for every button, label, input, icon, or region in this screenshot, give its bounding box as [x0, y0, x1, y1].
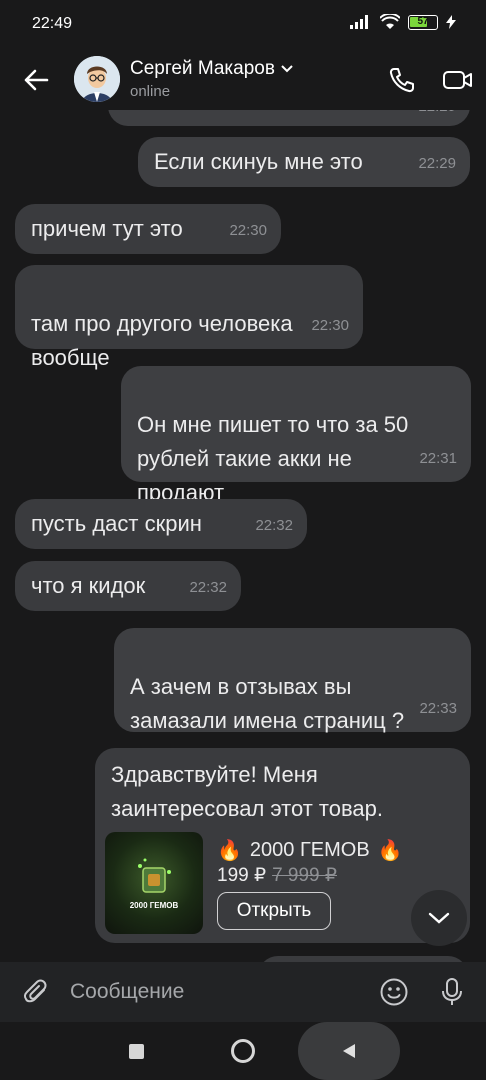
gem-chest-icon — [138, 858, 171, 893]
system-back-button[interactable] — [298, 1022, 400, 1080]
charging-icon — [446, 15, 456, 29]
message-time: 22:29 — [418, 110, 456, 124]
message-time: 22:30 — [311, 317, 349, 334]
product-title: 🔥 2000 ГЕМОВ 🔥 — [217, 838, 403, 863]
product-card-text: Здравствуйте! Меня заинтересовал этот то… — [111, 762, 384, 821]
fire-icon: 🔥 — [217, 840, 242, 862]
message-bubble-incoming[interactable]: пусть даст скрин 22:32 — [15, 499, 307, 549]
price-current: 199 ₽ — [217, 865, 267, 886]
message-text: причем тут это — [31, 216, 183, 241]
composer — [0, 962, 486, 1022]
video-call-button[interactable] — [438, 62, 478, 98]
message-bubble-incoming[interactable]: там про другого человека вообще 22:30 — [15, 265, 363, 370]
message-text: там про другого человека вообще — [31, 311, 293, 370]
scroll-down-button[interactable] — [411, 890, 467, 946]
chat-header: Сергей Макаров online — [0, 50, 486, 110]
phone-icon — [389, 68, 414, 93]
battery-icon: 57 — [408, 14, 438, 30]
triangle-back-icon — [343, 1044, 355, 1058]
smiley-icon — [380, 978, 408, 1006]
video-camera-icon — [443, 71, 472, 89]
fire-icon: 🔥 — [377, 840, 403, 862]
open-button[interactable]: Открыть — [217, 892, 331, 930]
message-time: 22:32 — [189, 579, 227, 596]
chevron-down-icon — [281, 65, 293, 73]
chevron-down-icon — [428, 912, 450, 924]
back-button[interactable] — [18, 62, 54, 98]
message-text: пусть даст скрин — [31, 511, 202, 536]
avatar-illustration — [74, 56, 120, 102]
emoji-button[interactable] — [376, 974, 412, 1010]
message-time: 22:29 — [418, 155, 456, 172]
system-nav-bar — [0, 1022, 486, 1080]
microphone-icon — [442, 978, 462, 1005]
product-title-text: 2000 ГЕМОВ — [249, 839, 370, 861]
arrow-left-icon — [24, 69, 49, 91]
attach-button[interactable] — [18, 974, 54, 1010]
message-bubble-outgoing[interactable]: А зачем в отзывах вы замазали имена стра… — [114, 628, 471, 733]
message-text: Если скинуь мне это — [154, 149, 363, 174]
message-time: 22:32 — [255, 517, 293, 534]
contact-name-text: Сергей Макаров — [130, 58, 275, 79]
status-time: 22:49 — [32, 15, 73, 32]
product-image-label: 2000 ГЕМОВ — [129, 901, 179, 910]
avatar[interactable] — [74, 56, 120, 102]
battery-level: 57 — [417, 15, 429, 27]
message-bubble-incoming[interactable]: причем тут это 22:30 — [15, 204, 281, 254]
contact-name[interactable]: Сергей Макаров — [130, 58, 293, 80]
message-bubble-outgoing[interactable]: Если скинуь мне это 22:29 — [138, 137, 470, 187]
contact-status: online — [130, 83, 171, 100]
message-text: Он мне пишет то что за 50 рублей такие а… — [137, 412, 409, 505]
message-input[interactable] — [70, 976, 360, 1008]
message-time: 22:30 — [229, 222, 267, 239]
product-price: 199 ₽7 999 ₽ — [217, 864, 337, 887]
message-bubble-incoming[interactable]: что я кидок 22:32 — [15, 561, 241, 611]
product-image[interactable]: 2000 ГЕМОВ — [105, 832, 203, 934]
status-icons: 57 — [350, 14, 456, 30]
status-bar: 22:49 57 — [0, 0, 486, 50]
call-button[interactable] — [384, 62, 420, 98]
message-bubble-outgoing[interactable]: Он мне пишет то что за 50 рублей такие а… — [121, 366, 471, 505]
mic-button[interactable] — [434, 974, 470, 1010]
paperclip-icon — [23, 979, 47, 1003]
message-text: А зачем в отзывах вы замазали имена стра… — [130, 674, 405, 733]
message-list[interactable]: 22:29 Если скинуь мне это 22:29 причем т… — [0, 110, 486, 962]
recents-button[interactable] — [129, 1044, 144, 1059]
price-old: 7 999 ₽ — [272, 865, 337, 886]
message-text: что я кидок — [31, 573, 146, 598]
wifi-icon — [380, 14, 400, 29]
signal-icon — [350, 15, 368, 29]
message-bubble-outgoing[interactable]: 22:29 — [108, 110, 470, 126]
message-time: 22:31 — [419, 450, 457, 467]
home-button[interactable] — [231, 1039, 255, 1063]
message-time: 22:33 — [419, 700, 457, 717]
